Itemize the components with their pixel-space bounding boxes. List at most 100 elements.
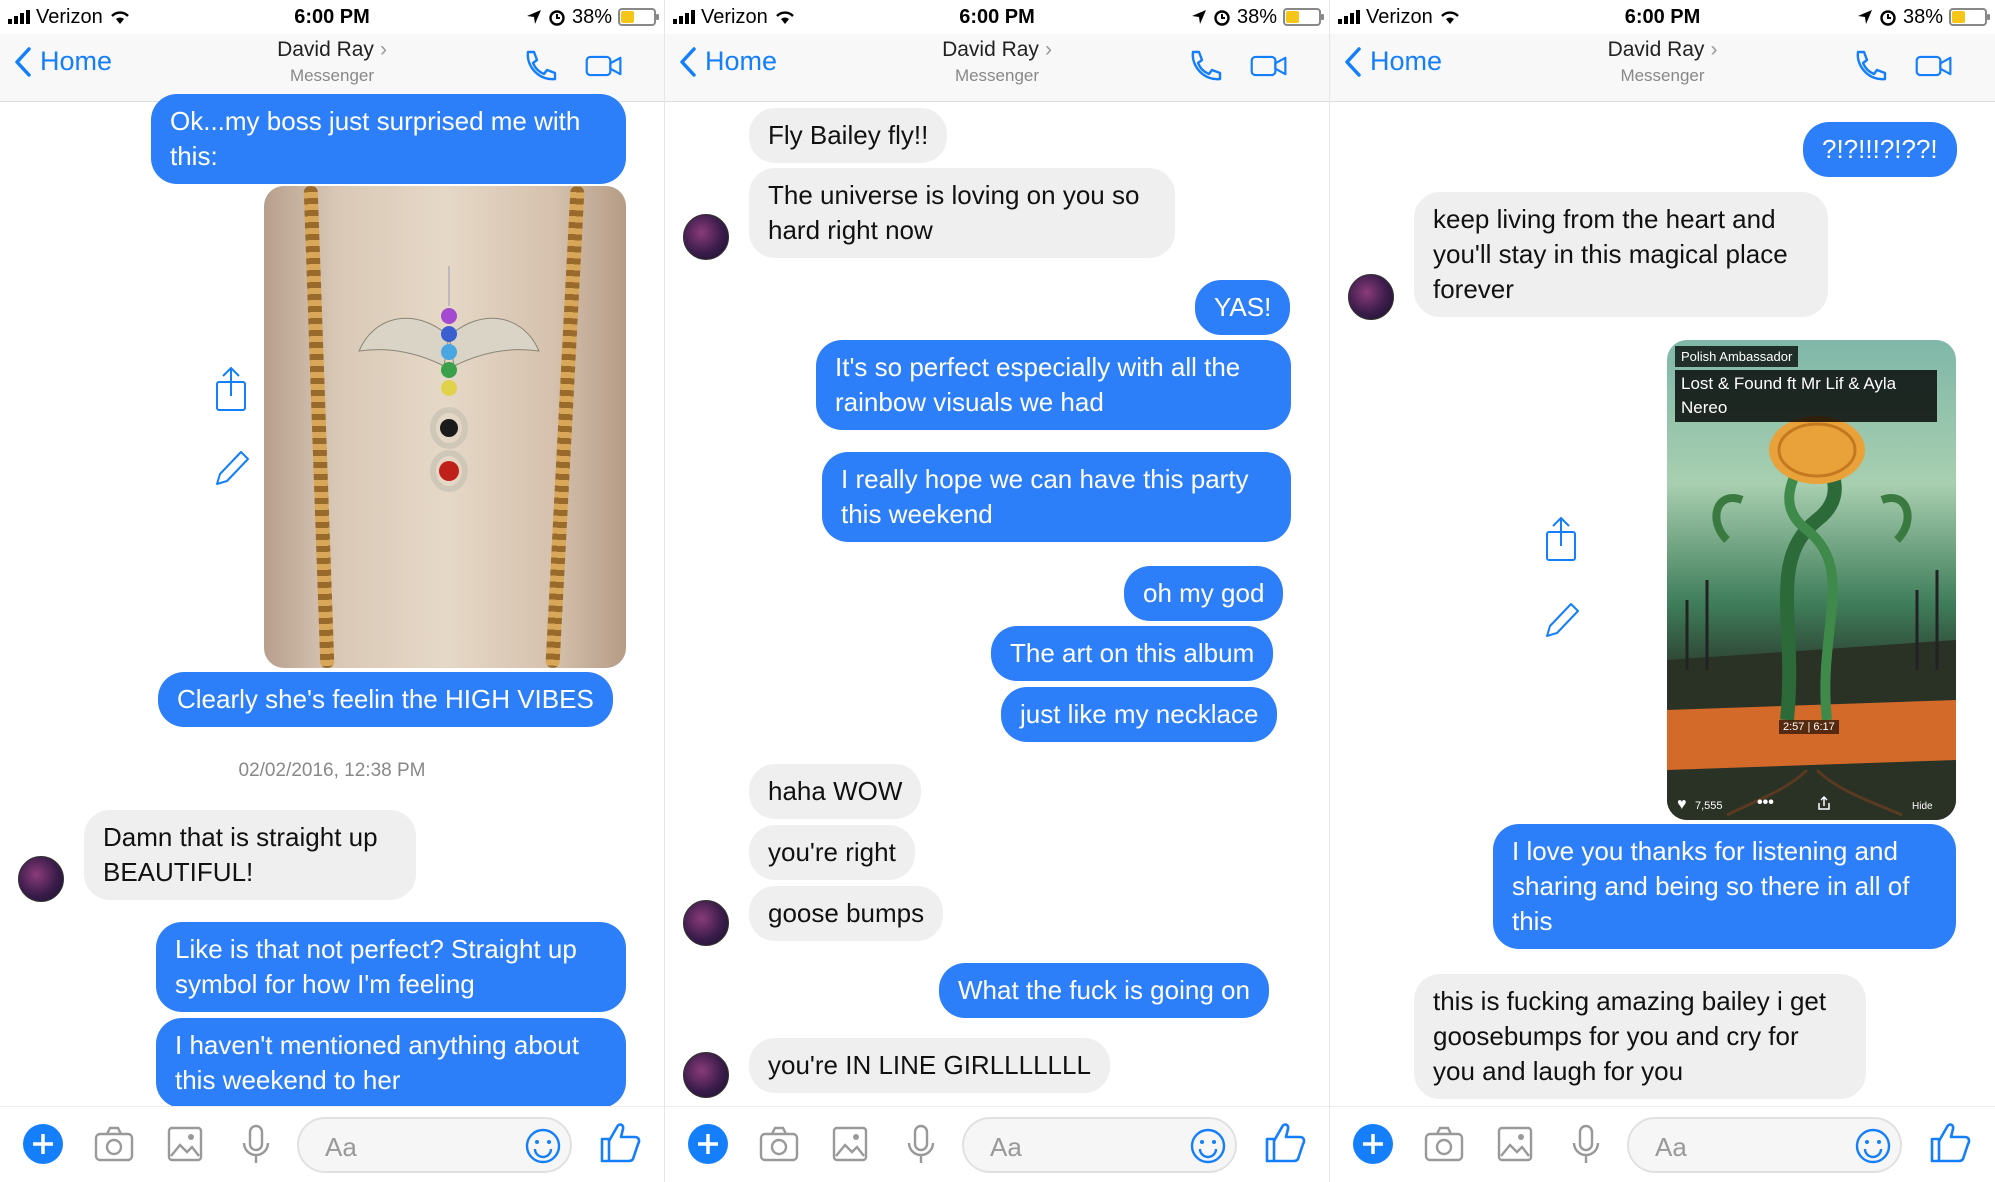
conversation-screen-1: Verizon 6:00 PM 38% Home David Ray › Mess… xyxy=(0,0,665,1182)
conversation-screen-2: Verizon 6:00 PM 38% Home David Ray › Mess… xyxy=(665,0,1330,1182)
share-icon[interactable] xyxy=(211,366,251,412)
contact-subtitle: Messenger xyxy=(1620,66,1705,85)
incoming-message[interactable]: you're IN LINE GIRLLLLLLL xyxy=(749,1038,1110,1093)
incoming-message[interactable]: this is fucking amazing bailey i get goo… xyxy=(1414,974,1866,1099)
outgoing-message[interactable]: I love you thanks for listening and shar… xyxy=(1493,824,1956,949)
incoming-message[interactable]: goose bumps xyxy=(749,886,944,941)
outgoing-message[interactable]: Ok...my boss just surprised me with this… xyxy=(151,94,626,184)
composer-bar: Aa xyxy=(1330,1106,1995,1182)
phone-icon[interactable] xyxy=(1850,48,1890,84)
thumbs-up-icon[interactable] xyxy=(1262,1119,1308,1165)
heart-icon[interactable]: ♥ xyxy=(1677,796,1687,814)
outgoing-message[interactable]: just like my necklace xyxy=(1001,687,1278,742)
signal-icon xyxy=(8,10,30,24)
video-camera-icon[interactable] xyxy=(1914,48,1954,84)
message-input[interactable]: Aa xyxy=(962,1117,1237,1173)
necklace-photo[interactable] xyxy=(264,186,626,668)
conversation-title[interactable]: David Ray › Messenger xyxy=(1330,38,1995,86)
message-input[interactable]: Aa xyxy=(1627,1117,1902,1173)
timestamp: 02/02/2016, 12:38 PM xyxy=(238,760,426,781)
conversation-title[interactable]: David Ray › Messenger xyxy=(0,38,664,86)
messenger-screens: Verizon 6:00 PM 38% Home David Ray › Mess… xyxy=(0,0,1995,1182)
plus-icon[interactable] xyxy=(1352,1123,1394,1165)
winged-pendant-icon xyxy=(358,266,540,492)
emoji-icon[interactable] xyxy=(1189,1127,1227,1165)
contact-subtitle: Messenger xyxy=(954,66,1040,85)
message-list: Ok...my boss just surprised me with this… xyxy=(0,94,664,1108)
thumbs-up-icon[interactable] xyxy=(1927,1119,1973,1165)
album-likes: 7,555 xyxy=(1695,800,1723,812)
incoming-message[interactable]: Damn that is straight up BEAUTIFUL! xyxy=(84,810,416,900)
plus-icon[interactable] xyxy=(22,1123,64,1165)
contact-avatar[interactable] xyxy=(683,214,729,260)
gallery-icon[interactable] xyxy=(164,1123,206,1165)
battery-percent: 38% xyxy=(1236,5,1277,28)
status-bar: Verizon 6:00 PM 38% xyxy=(1330,0,1995,34)
conversation-title[interactable]: David Ray › Messenger xyxy=(665,38,1329,86)
outgoing-message[interactable]: Like is that not perfect? Straight up sy… xyxy=(156,922,626,1012)
album-hide[interactable]: Hide xyxy=(1912,801,1933,812)
outgoing-message[interactable]: oh my god xyxy=(1124,566,1284,621)
contact-avatar[interactable] xyxy=(18,856,64,902)
gallery-icon[interactable] xyxy=(1494,1123,1536,1165)
share-icon[interactable] xyxy=(1541,516,1581,562)
plus-icon[interactable] xyxy=(687,1123,729,1165)
microphone-icon[interactable] xyxy=(235,1123,277,1165)
microphone-icon[interactable] xyxy=(1565,1123,1607,1165)
signal-icon xyxy=(1338,10,1360,24)
contact-subtitle: Messenger xyxy=(289,66,375,85)
location-icon xyxy=(526,10,541,24)
incoming-message[interactable]: Fly Bailey fly!! xyxy=(749,108,948,163)
emoji-icon[interactable] xyxy=(524,1127,562,1165)
incoming-message[interactable]: keep living from the heart and you'll st… xyxy=(1414,192,1828,317)
camera-icon[interactable] xyxy=(1423,1123,1465,1165)
camera-icon[interactable] xyxy=(93,1123,135,1165)
phone-icon[interactable] xyxy=(520,48,560,84)
nav-bar: Home David Ray › Messenger xyxy=(0,34,664,102)
battery-icon xyxy=(618,8,659,26)
conversation-screen-3: Verizon 6:00 PM 38% Home David Ray › Mess… xyxy=(1330,0,1995,1182)
outgoing-message[interactable]: What the fuck is going on xyxy=(939,963,1269,1018)
microphone-icon[interactable] xyxy=(900,1123,942,1165)
gallery-icon[interactable] xyxy=(829,1123,871,1165)
more-options-icon[interactable]: ••• xyxy=(1757,794,1774,812)
contact-avatar[interactable] xyxy=(1348,274,1394,320)
edit-pencil-icon[interactable] xyxy=(1541,596,1581,642)
emoji-icon[interactable] xyxy=(1854,1127,1892,1165)
outgoing-message[interactable]: ?!?!!!?!??! xyxy=(1803,122,1957,177)
incoming-message[interactable]: The universe is loving on you so hard ri… xyxy=(749,168,1175,258)
chevron-right-icon: › xyxy=(1710,38,1718,61)
album-progress-time: 2:57 | 6:17 xyxy=(1779,720,1839,734)
camera-icon[interactable] xyxy=(758,1123,800,1165)
outgoing-message[interactable]: Clearly she's feelin the HIGH VIBES xyxy=(158,672,613,727)
share-small-icon[interactable] xyxy=(1817,796,1831,810)
wifi-icon xyxy=(110,11,129,24)
edit-pencil-icon[interactable] xyxy=(211,444,251,490)
outgoing-message[interactable]: It's so perfect especially with all the … xyxy=(816,340,1291,430)
album-art-share[interactable]: Polish Ambassador Lost & Found ft Mr Lif… xyxy=(1667,340,1956,820)
message-list: Fly Bailey fly!! The universe is loving … xyxy=(665,102,1329,1106)
chevron-right-icon: › xyxy=(1044,38,1052,61)
composer-bar: Aa xyxy=(0,1106,664,1182)
message-input[interactable]: Aa xyxy=(297,1117,572,1173)
location-icon xyxy=(1857,10,1872,24)
outgoing-message[interactable]: YAS! xyxy=(1195,280,1291,335)
contact-avatar[interactable] xyxy=(683,1052,729,1098)
phone-icon[interactable] xyxy=(1185,48,1225,84)
status-bar: Verizon 6:00 PM 38% xyxy=(0,0,664,34)
nav-bar: Home David Ray › Messenger xyxy=(665,34,1329,102)
incoming-message[interactable]: you're right xyxy=(749,825,915,880)
chevron-right-icon: › xyxy=(379,38,387,61)
outgoing-message[interactable]: The art on this album xyxy=(991,626,1274,681)
outgoing-message[interactable]: I haven't mentioned anything about this … xyxy=(156,1018,626,1108)
contact-name: David Ray xyxy=(942,38,1039,61)
outgoing-message[interactable]: I really hope we can have this party thi… xyxy=(822,452,1291,542)
thumbs-up-icon[interactable] xyxy=(597,1119,643,1165)
incoming-message[interactable]: haha WOW xyxy=(749,764,922,819)
carrier-label: Verizon xyxy=(36,5,103,28)
alarm-icon xyxy=(549,10,565,26)
video-camera-icon[interactable] xyxy=(1249,48,1289,84)
alarm-icon xyxy=(1880,10,1896,26)
video-camera-icon[interactable] xyxy=(584,48,624,84)
contact-avatar[interactable] xyxy=(683,900,729,946)
